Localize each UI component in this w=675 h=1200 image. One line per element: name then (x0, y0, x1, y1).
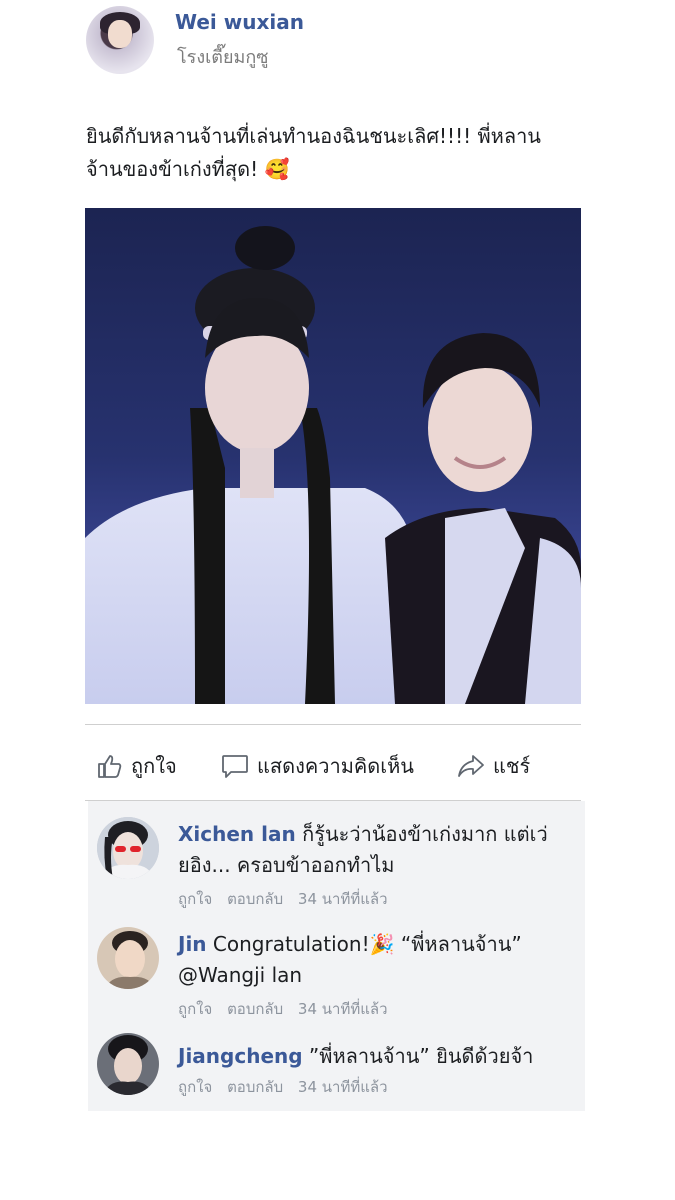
comment-time: 34 นาทีที่แล้ว (297, 1078, 388, 1096)
photo-illustration (85, 208, 581, 704)
comment-body: Jin Congratulation!🎉 “พี่หลานจ้าน” @Wang… (178, 929, 568, 991)
comment-label: แสดงความคิดเห็น (257, 754, 414, 778)
like-label: ถูกใจ (131, 754, 177, 778)
share-button[interactable]: แชร์ (457, 750, 530, 782)
comment-reply-link[interactable]: ตอบกลับ (227, 890, 283, 908)
comment-meta: ถูกใจ ตอบกลับ 34 นาทีที่แล้ว (178, 997, 398, 1021)
comment-text: ”พี่หลานจ้าน” ยินดีด้วยจ้า (308, 1044, 534, 1068)
comment-text: Congratulation!🎉 “พี่หลานจ้าน” (212, 932, 522, 956)
comment-reply-link[interactable]: ตอบกลับ (227, 1078, 283, 1096)
avatar-illustration (97, 817, 159, 879)
comment-like-link[interactable]: ถูกใจ (178, 890, 212, 908)
avatar-illustration (97, 927, 159, 989)
post-photo[interactable] (85, 208, 581, 704)
commenter-avatar[interactable] (97, 817, 159, 879)
author-location[interactable]: โรงเตี๊ยมกูซู (177, 42, 269, 71)
post-text: ยินดีกับหลานจ้านที่เล่นทำนองฉินชนะเลิศ!!… (86, 120, 566, 186)
like-button[interactable]: ถูกใจ (97, 750, 177, 782)
comment-text: ยอิง... ครอบข้าออกทำไม (178, 853, 395, 877)
comment-meta: ถูกใจ ตอบกลับ 34 นาทีที่แล้ว (178, 887, 398, 911)
comment-time: 34 นาทีที่แล้ว (297, 1000, 388, 1018)
comment-meta: ถูกใจ ตอบกลับ 34 นาทีที่แล้ว (178, 1075, 398, 1099)
commenter-name[interactable]: Xichen lan (178, 822, 296, 846)
commenter-name[interactable]: Jiangcheng (178, 1044, 303, 1068)
comment-like-link[interactable]: ถูกใจ (178, 1000, 212, 1018)
comment-body: Xichen lan ก็รู้นะว่าน้องข้าเก่งมาก แต่เ… (178, 819, 568, 881)
comment-icon (222, 755, 248, 778)
share-label: แชร์ (493, 754, 531, 778)
share-icon (458, 755, 484, 777)
post-actions: ถูกใจ แสดงความคิดเห็น แชร์ (85, 742, 581, 788)
author-avatar[interactable] (86, 6, 154, 74)
author-name[interactable]: Wei wuxian (175, 10, 304, 34)
post-text-line: ยินดีกับหลานจ้านที่เล่นทำนองฉินชนะเลิศ!!… (86, 124, 541, 148)
post-text-line: จ้านของข้าเก่งที่สุด! 🥰 (86, 157, 290, 181)
avatar-illustration (97, 1033, 159, 1095)
comment-like-link[interactable]: ถูกใจ (178, 1078, 212, 1096)
comment-text: ก็รู้นะว่าน้องข้าเก่งมาก แต่เว่ (302, 822, 548, 846)
thumbs-up-icon (98, 755, 122, 778)
commenter-name[interactable]: Jin (178, 932, 207, 956)
comment-reply-link[interactable]: ตอบกลับ (227, 1000, 283, 1018)
comment-body: Jiangcheng ”พี่หลานจ้าน” ยินดีด้วยจ้า (178, 1041, 568, 1072)
commenter-avatar[interactable] (97, 927, 159, 989)
comment-button[interactable]: แสดงความคิดเห็น (221, 750, 414, 782)
commenter-avatar[interactable] (97, 1033, 159, 1095)
post-header: Wei wuxian โรงเตี๊ยมกูซู (86, 6, 646, 76)
divider-top (85, 724, 581, 725)
comment-text: @Wangji lan (178, 963, 303, 987)
comments-panel: Xichen lan ก็รู้นะว่าน้องข้าเก่งมาก แต่เ… (88, 801, 585, 1111)
comment-time: 34 นาทีที่แล้ว (297, 890, 388, 908)
